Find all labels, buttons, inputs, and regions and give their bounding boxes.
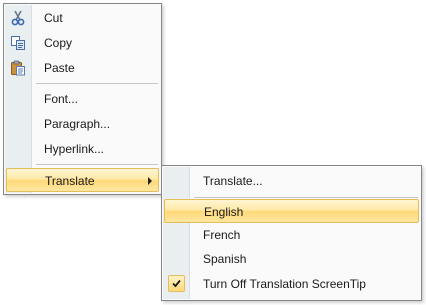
- submenu-item-turn-off-screentip[interactable]: Turn Off Translation ScreenTip: [164, 272, 419, 296]
- paste-icon: [10, 60, 26, 76]
- menu-item-label: Translate: [45, 174, 95, 188]
- copy-icon: [10, 35, 26, 51]
- menu-separator: [36, 83, 158, 84]
- submenu-arrow-icon: [148, 177, 152, 185]
- menu-item-label: French: [203, 228, 241, 242]
- checkmark-icon: [168, 275, 185, 292]
- menu-item-paragraph[interactable]: Paragraph...: [6, 112, 159, 136]
- menu-item-font[interactable]: Font...: [6, 87, 159, 111]
- menu-item-label: Cut: [44, 11, 63, 25]
- context-menu: Cut Copy Paste Font... Paragraph... Hype…: [3, 3, 162, 195]
- menu-item-copy[interactable]: Copy: [6, 31, 159, 55]
- scissors-icon: [10, 10, 26, 26]
- menu-item-hyperlink[interactable]: Hyperlink...: [6, 137, 159, 161]
- menu-item-translate[interactable]: Translate: [6, 168, 159, 192]
- menu-separator: [194, 197, 418, 198]
- menu-item-label: Spanish: [203, 252, 247, 266]
- menu-item-paste[interactable]: Paste: [6, 56, 159, 80]
- submenu-item-french[interactable]: French: [164, 223, 419, 247]
- submenu-item-translate-dialog[interactable]: Translate...: [164, 169, 419, 193]
- submenu-item-english[interactable]: English: [164, 199, 419, 223]
- menu-item-label: Font...: [44, 92, 79, 106]
- menu-item-label: Turn Off Translation ScreenTip: [203, 277, 366, 291]
- menu-item-label: Translate...: [203, 174, 263, 188]
- translate-submenu: Translate... English French Spanish Turn…: [161, 165, 422, 301]
- menu-item-label: Copy: [44, 36, 73, 50]
- submenu-item-spanish[interactable]: Spanish: [164, 247, 419, 271]
- menu-item-label: English: [204, 205, 244, 219]
- menu-separator: [36, 164, 158, 165]
- menu-item-cut[interactable]: Cut: [6, 6, 159, 30]
- menu-item-label: Paragraph...: [44, 117, 111, 131]
- menu-item-label: Paste: [44, 61, 75, 75]
- menu-item-label: Hyperlink...: [44, 142, 105, 156]
